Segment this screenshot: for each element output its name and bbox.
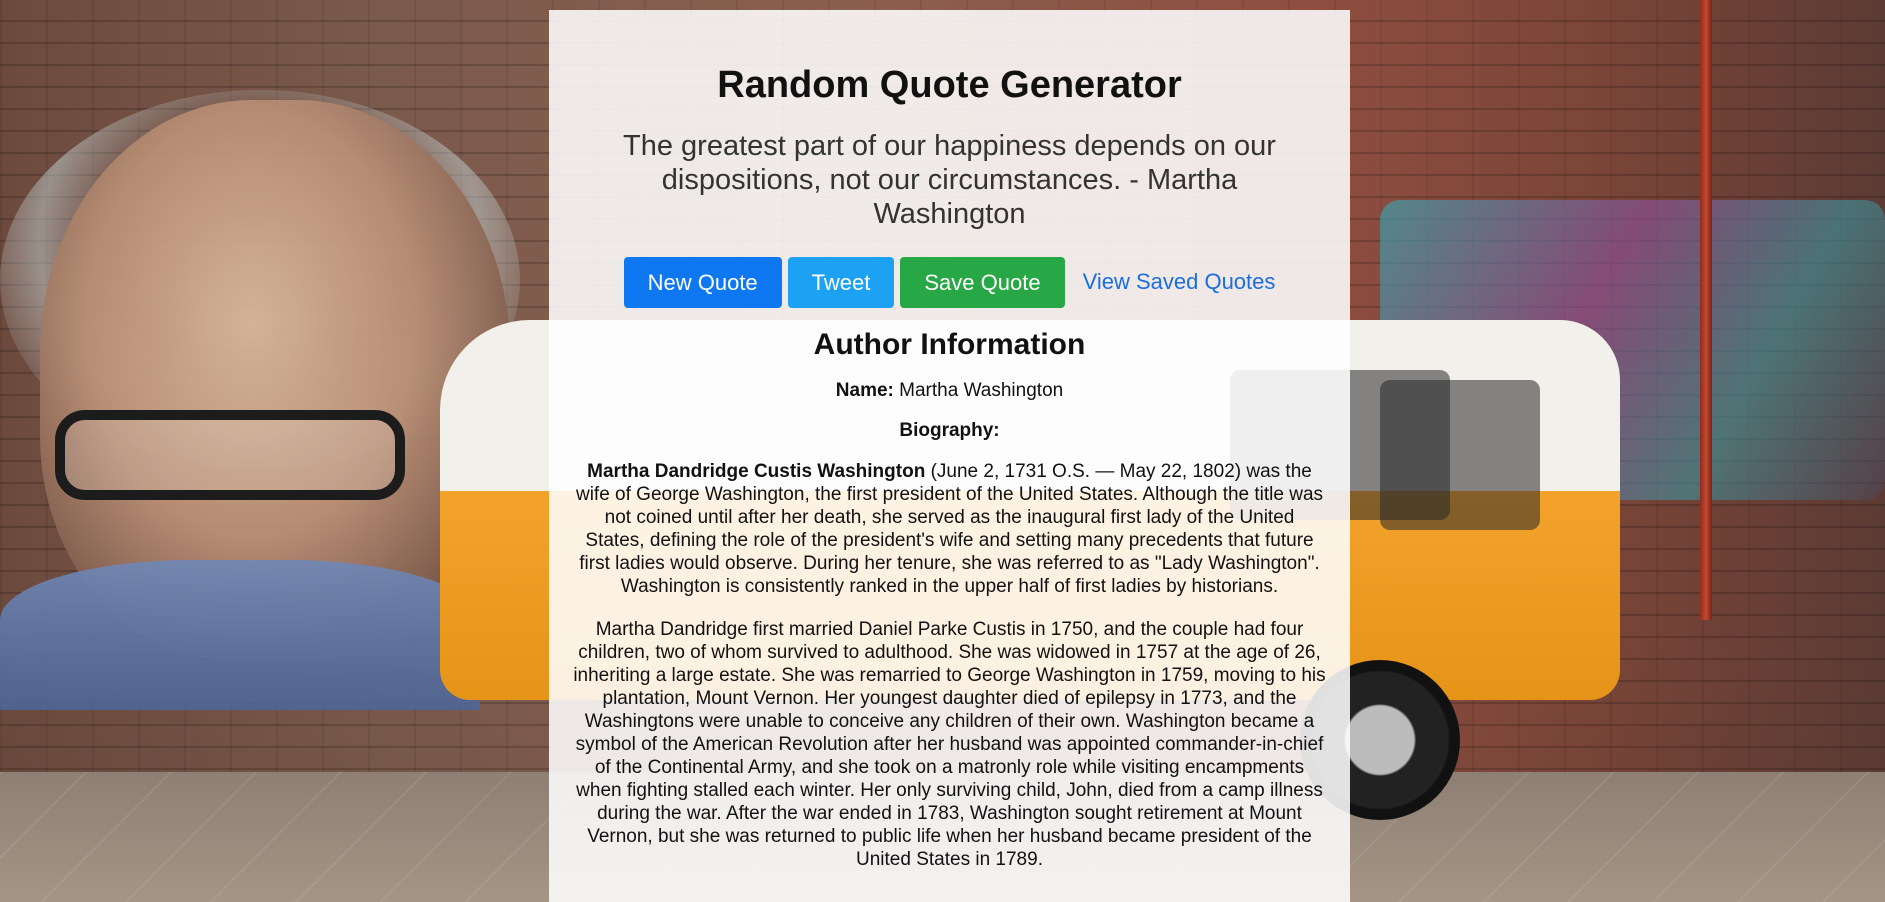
biography-paragraph-2: Martha Dandridge first married Daniel Pa… [573,618,1326,870]
action-bar: New Quote Tweet Save Quote View Saved Qu… [573,256,1326,308]
van-window [1380,380,1540,530]
author-name-label: Name: [835,379,894,401]
author-name-value: Martha Washington [899,379,1064,401]
mural-shirt [0,560,480,710]
biography-label: Biography: [899,419,1000,441]
mural-glasses [55,410,405,500]
tweet-button[interactable]: Tweet [787,256,895,308]
page-title: Random Quote Generator [717,64,1182,106]
view-saved-quotes-link[interactable]: View Saved Quotes [1083,269,1276,295]
author-info-heading: Author Information [813,327,1086,361]
quote-panel: Random Quote Generator The greatest part… [549,10,1350,902]
author-name-line: Name: Martha Washington [573,380,1326,402]
wall-pipe [1700,0,1712,620]
biography-full-name: Martha Dandridge Custis Washington [587,460,926,482]
save-quote-button[interactable]: Save Quote [900,256,1065,308]
page: Random Quote Generator The greatest part… [0,0,1885,902]
new-quote-button[interactable]: New Quote [623,256,782,308]
quote-text: The greatest part of our happiness depen… [623,129,1276,230]
biography-paragraph-1: Martha Dandridge Custis Washington (June… [573,460,1326,598]
